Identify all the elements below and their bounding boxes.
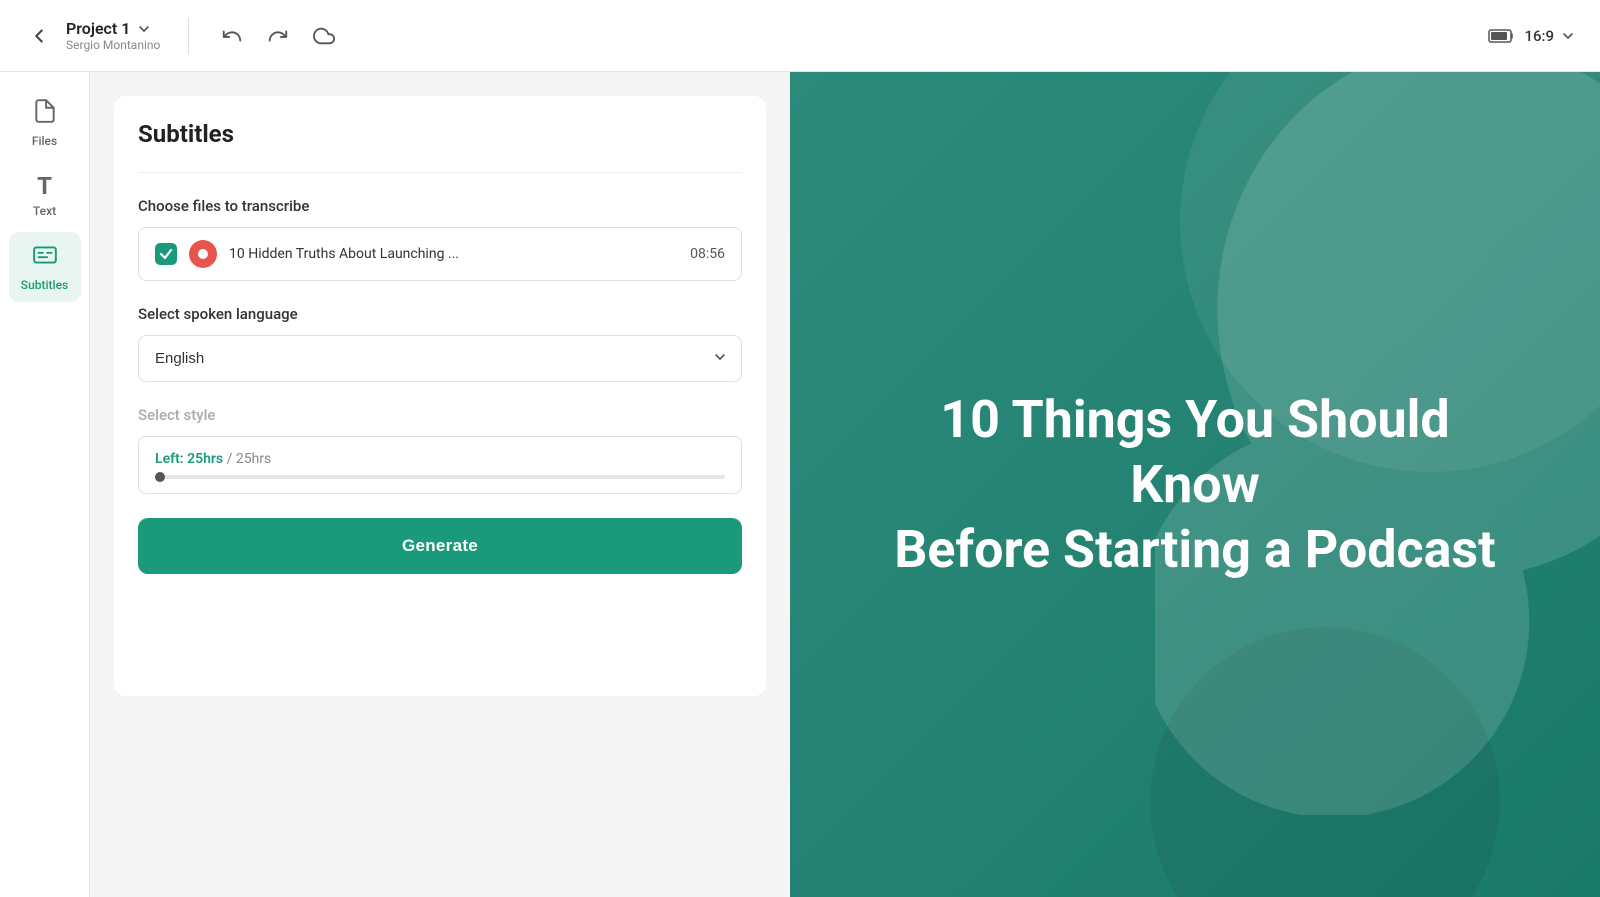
project-dropdown-icon bbox=[136, 21, 152, 37]
hours-left: Left: 25hrs bbox=[155, 451, 223, 467]
sidebar-item-subtitles[interactable]: Subtitles bbox=[9, 232, 81, 302]
hours-box: Left: 25hrs / 25hrs bbox=[138, 436, 742, 494]
subtitles-panel: Subtitles Choose files to transcribe 10 … bbox=[90, 72, 790, 897]
canvas-headline-line2: Before Starting a Podcast bbox=[894, 519, 1495, 580]
panel-inner: Subtitles Choose files to transcribe 10 … bbox=[114, 96, 766, 696]
redo-button[interactable] bbox=[263, 21, 293, 51]
progress-dot bbox=[155, 472, 165, 482]
battery-icon bbox=[1488, 28, 1516, 44]
panel-title: Subtitles bbox=[138, 120, 742, 148]
text-icon: T bbox=[37, 172, 52, 200]
project-title-text: Project 1 bbox=[66, 19, 130, 38]
aspect-ratio-selector[interactable]: 16:9 bbox=[1524, 27, 1576, 45]
canvas-area: 10 Things You Should Know Before Startin… bbox=[790, 72, 1600, 897]
header-left: Project 1 Sergio Montanino bbox=[24, 18, 339, 54]
files-icon bbox=[32, 98, 58, 130]
file-checkbox[interactable] bbox=[155, 243, 177, 265]
main-layout: Files T Text Subtitles Subtitles Choose … bbox=[0, 72, 1600, 897]
hours-total: / 25hrs bbox=[227, 451, 272, 467]
panel-divider bbox=[138, 172, 742, 173]
choose-files-label: Choose files to transcribe bbox=[138, 197, 742, 215]
file-name: 10 Hidden Truths About Launching ... bbox=[229, 246, 678, 262]
hours-text: Left: 25hrs / 25hrs bbox=[155, 451, 725, 467]
header-actions bbox=[217, 21, 339, 51]
sidebar-item-subtitles-label: Subtitles bbox=[21, 278, 68, 292]
language-select[interactable]: English Spanish French German Portuguese bbox=[138, 335, 742, 382]
file-item[interactable]: 10 Hidden Truths About Launching ... 08:… bbox=[155, 240, 725, 268]
cloud-save-button[interactable] bbox=[309, 21, 339, 51]
select-style-label: Select style bbox=[138, 406, 742, 424]
file-duration: 08:56 bbox=[690, 246, 725, 262]
sidebar: Files T Text Subtitles bbox=[0, 72, 90, 897]
language-label: Select spoken language bbox=[138, 305, 742, 323]
sidebar-item-files-label: Files bbox=[32, 134, 57, 148]
project-title-row[interactable]: Project 1 bbox=[66, 19, 160, 38]
project-owner: Sergio Montanino bbox=[66, 38, 160, 52]
language-select-wrapper: English Spanish French German Portuguese bbox=[138, 335, 742, 382]
file-thumbnail bbox=[189, 240, 217, 268]
undo-button[interactable] bbox=[217, 21, 247, 51]
file-thumb-inner bbox=[198, 249, 208, 259]
project-info: Project 1 Sergio Montanino bbox=[66, 19, 160, 52]
subtitles-icon bbox=[32, 242, 58, 274]
back-button[interactable] bbox=[24, 21, 54, 51]
header-right: 16:9 bbox=[1488, 27, 1576, 45]
sidebar-item-files[interactable]: Files bbox=[9, 88, 81, 158]
canvas-headline-line1: 10 Things You Should Know bbox=[940, 389, 1449, 515]
canvas-headline: 10 Things You Should Know Before Startin… bbox=[845, 387, 1545, 582]
header-divider bbox=[188, 18, 189, 54]
file-list: 10 Hidden Truths About Launching ... 08:… bbox=[138, 227, 742, 281]
header: Project 1 Sergio Montanino bbox=[0, 0, 1600, 72]
sidebar-item-text[interactable]: T Text bbox=[9, 162, 81, 228]
sidebar-item-text-label: Text bbox=[33, 204, 56, 218]
generate-button[interactable]: Generate bbox=[138, 518, 742, 574]
aspect-ratio-value: 16:9 bbox=[1524, 27, 1554, 45]
progress-bar-bg bbox=[155, 475, 725, 479]
aspect-ratio-dropdown-icon bbox=[1560, 28, 1576, 44]
